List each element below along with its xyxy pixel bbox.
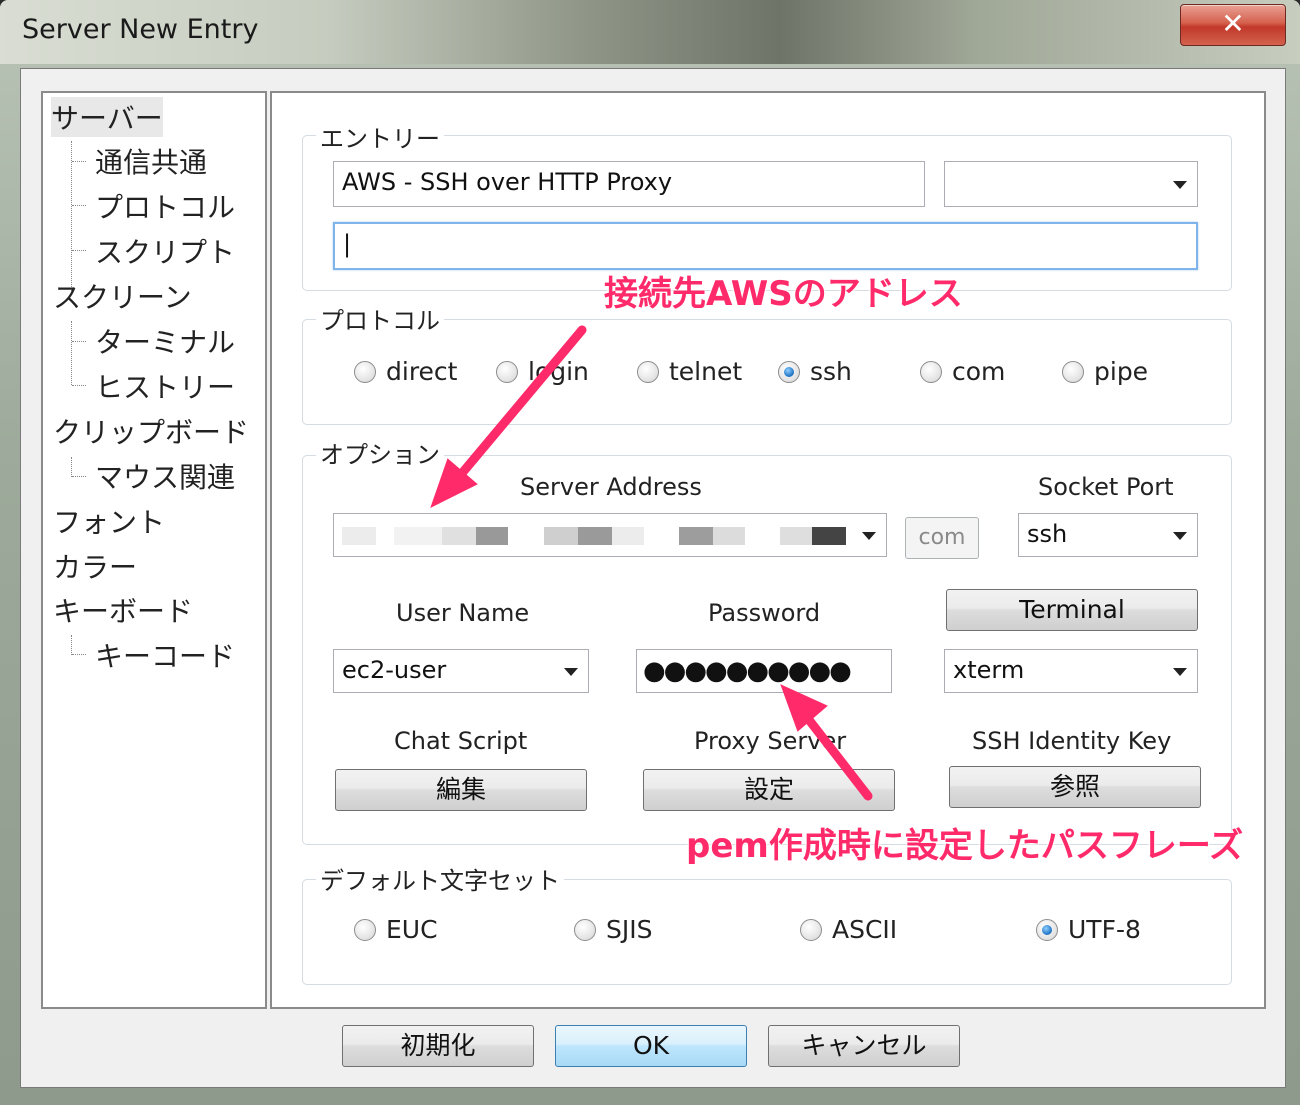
annotation-passphrase-note: pem作成時に設定したパスフレーズ [686, 826, 1244, 866]
arrow-head-icon [780, 684, 828, 732]
annotation-arrows [430, 325, 873, 801]
arrow-to-server-address [453, 325, 587, 483]
dialog-window: Server New Entry ✕ サーバー 通信共通 プロトコル スクリプト… [0, 0, 1300, 1105]
arrow-to-password [801, 711, 873, 801]
annotation-address-note: 接続先AWSのアドレス [604, 274, 963, 314]
